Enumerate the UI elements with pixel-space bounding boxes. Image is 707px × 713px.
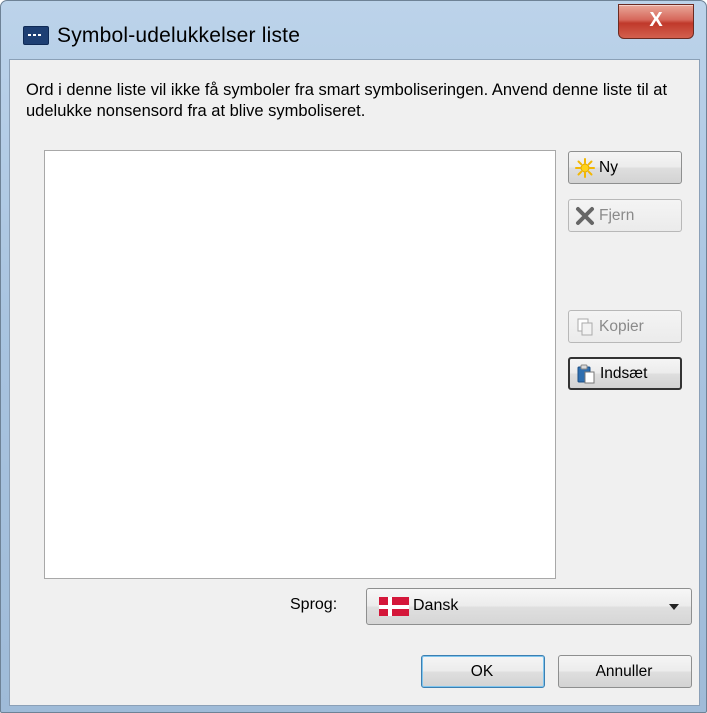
copy-button-label: Kopier [599, 317, 644, 335]
x-icon [575, 206, 595, 226]
new-button-label: Ny [599, 158, 618, 176]
window-title: Symbol-udelukkelser liste [57, 24, 301, 47]
description-text: Ord i denne liste vil ikke få symboler f… [26, 81, 668, 120]
title-bar[interactable]: Symbol-udelukkelser liste X [1, 1, 706, 59]
paste-icon [576, 364, 596, 384]
ok-button-label: OK [470, 662, 494, 680]
remove-button[interactable]: Fjern [568, 199, 682, 232]
dialog-window: Symbol-udelukkelser liste X Ord i denne … [0, 0, 707, 713]
paste-button[interactable]: Indsæt [568, 357, 682, 390]
language-selected-value: Dansk [413, 597, 459, 614]
copy-icon [575, 317, 595, 337]
paste-button-label: Indsæt [600, 364, 648, 382]
close-button[interactable]: X [618, 4, 694, 39]
language-select[interactable]: Dansk [366, 588, 692, 625]
copy-button[interactable]: Kopier [568, 310, 682, 343]
danish-flag-icon [379, 597, 409, 616]
language-label: Sprog: [290, 596, 338, 613]
ok-button[interactable]: OK [421, 655, 545, 688]
app-icon [23, 26, 49, 45]
cancel-button-label: Annuller [595, 662, 653, 680]
chevron-down-icon[interactable] [669, 604, 679, 610]
exclusion-word-list[interactable] [44, 150, 556, 579]
cancel-button[interactable]: Annuller [558, 655, 692, 688]
new-button[interactable]: Ny [568, 151, 682, 184]
sun-icon [575, 157, 595, 178]
remove-button-label: Fjern [599, 206, 635, 224]
dialog-body: Ord i denne liste vil ikke få symboler f… [9, 59, 700, 706]
